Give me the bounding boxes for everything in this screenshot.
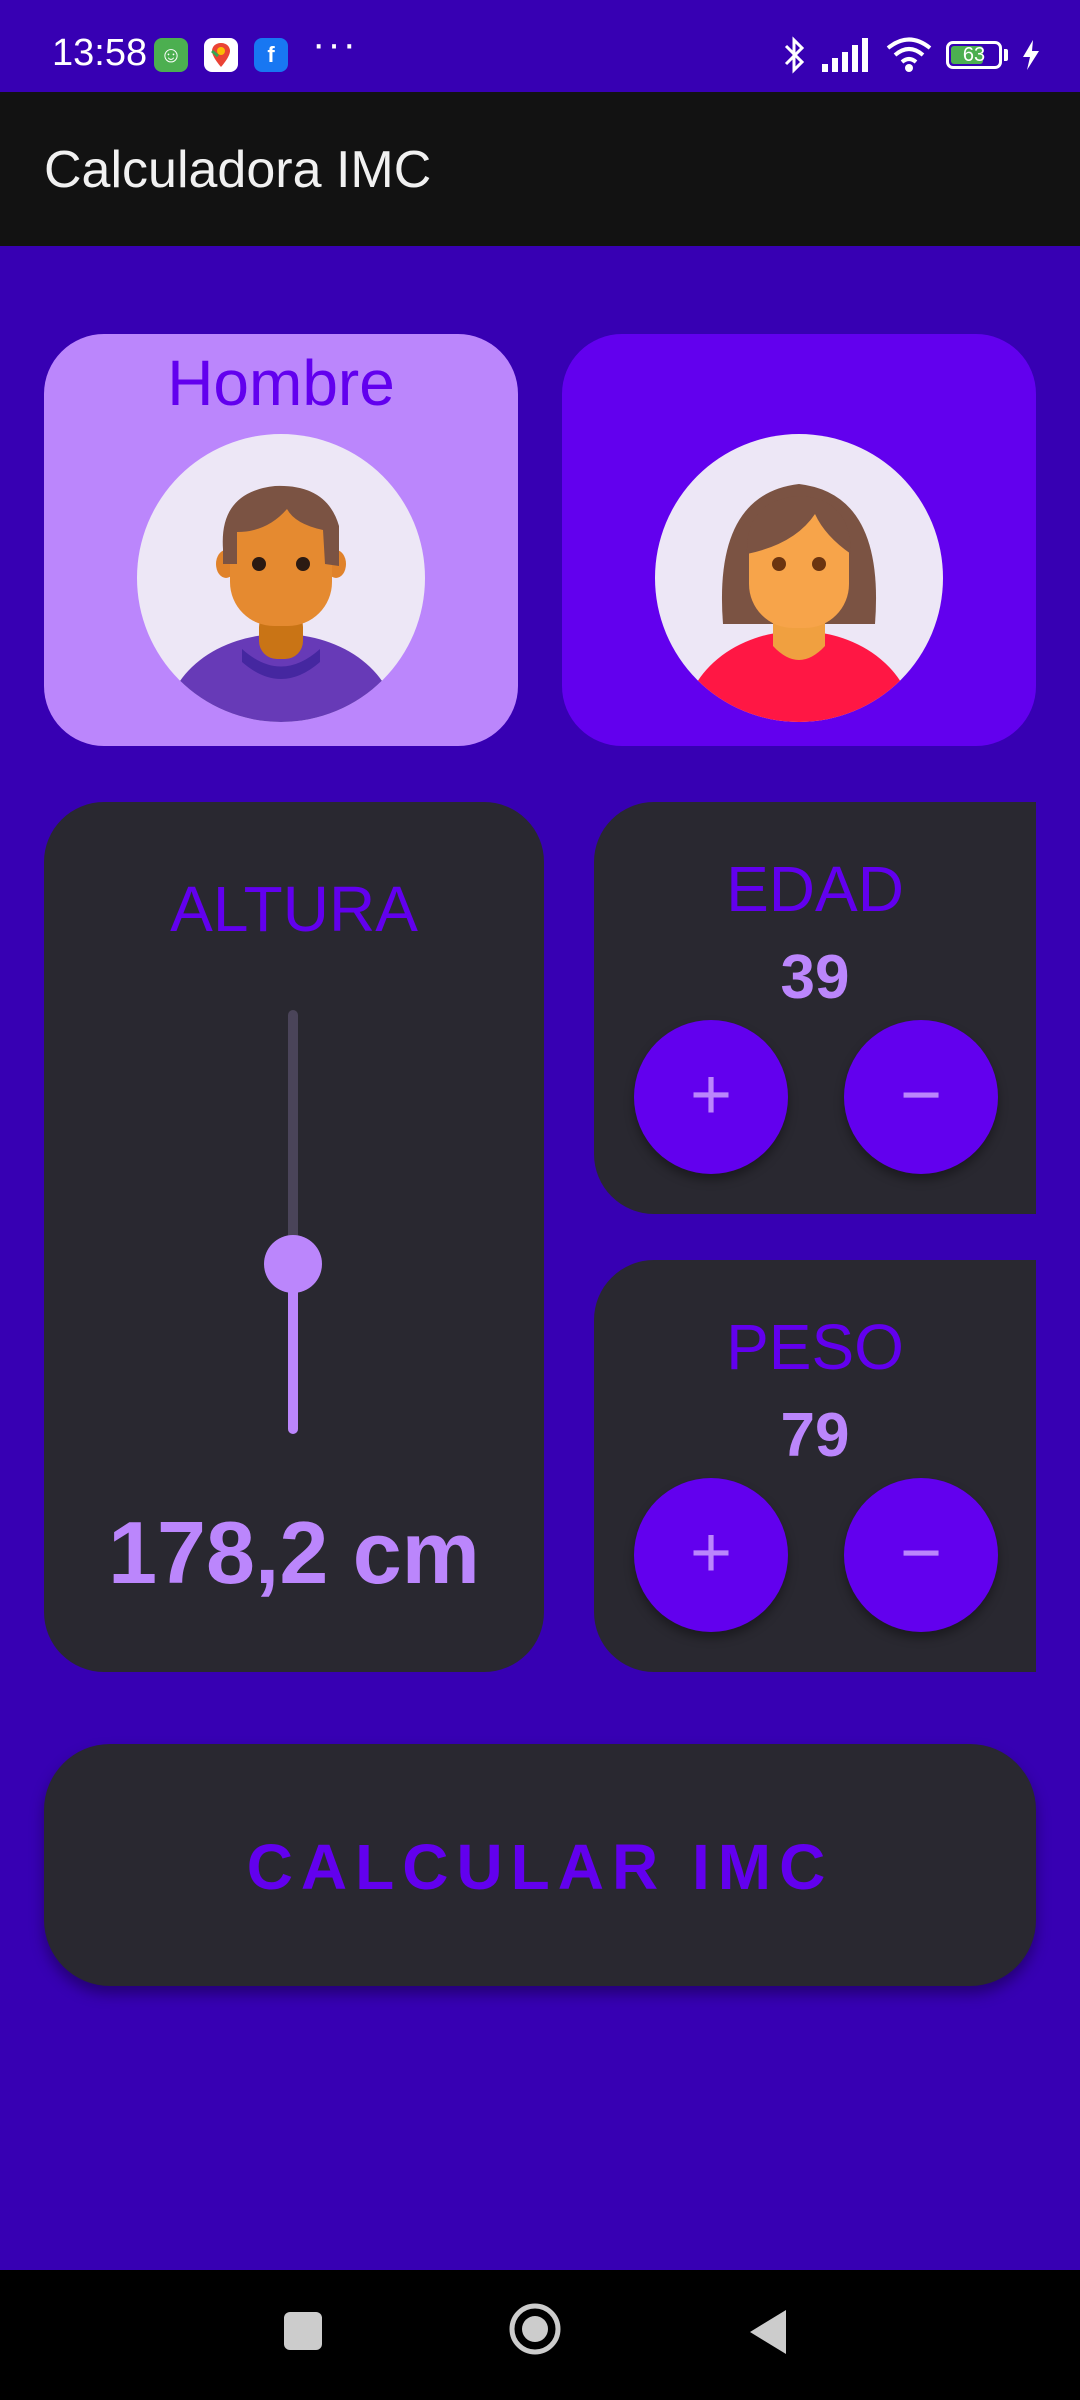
recents-icon[interactable] [284, 2312, 322, 2350]
male-gender-card[interactable]: Hombre [44, 334, 518, 746]
edad-plus-button[interactable]: + [634, 1020, 788, 1174]
maps-icon [204, 38, 238, 72]
back-icon[interactable] [748, 2308, 788, 2356]
app-bar: Calculadora IMC [0, 92, 1080, 246]
signal-icon [822, 38, 868, 72]
cat-app-icon: ☺ [154, 38, 188, 72]
plus-icon: + [689, 1055, 733, 1135]
navigation-bar [0, 2270, 1080, 2400]
peso-panel: PESO 79 + − [594, 1260, 1036, 1672]
edad-minus-button[interactable]: − [844, 1020, 998, 1174]
calcular-imc-label: CALCULAR IMC [246, 1831, 834, 1903]
more-notifications-icon: ··· [312, 22, 358, 66]
peso-value: 79 [780, 1401, 850, 1470]
facebook-icon: f [254, 38, 288, 72]
male-avatar-icon [137, 434, 425, 722]
status-time: 13:58 [52, 32, 148, 74]
home-icon[interactable] [508, 2302, 562, 2356]
male-label: Hombre [167, 347, 395, 419]
charging-icon [1023, 40, 1039, 70]
peso-title: PESO [726, 1311, 904, 1383]
battery-icon: 63 [946, 41, 1002, 69]
altura-slider-thumb[interactable] [264, 1235, 322, 1294]
bluetooth-icon [784, 36, 805, 74]
peso-minus-button[interactable]: − [844, 1478, 998, 1632]
calcular-imc-button[interactable]: CALCULAR IMC [44, 1744, 1036, 1986]
female-avatar-icon [655, 434, 943, 722]
plus-icon: + [689, 1513, 733, 1593]
minus-icon: − [899, 1055, 943, 1135]
edad-panel: EDAD 39 + − [594, 802, 1036, 1214]
female-gender-card[interactable] [562, 334, 1036, 746]
minus-icon: − [899, 1513, 943, 1593]
wifi-icon [886, 37, 932, 72]
status-bar: 13:58 ☺ f ··· 63 [0, 0, 1080, 92]
altura-panel: ALTURA 178,2 cm [44, 802, 544, 1672]
altura-slider[interactable] [264, 1010, 322, 1434]
edad-title: EDAD [726, 853, 904, 925]
app-title: Calculadora IMC [44, 141, 432, 199]
altura-value: 178,2 cm [108, 1503, 480, 1602]
altura-title: ALTURA [170, 873, 418, 945]
battery-level: 63 [962, 44, 986, 66]
peso-plus-button[interactable]: + [634, 1478, 788, 1632]
edad-value: 39 [780, 943, 850, 1012]
